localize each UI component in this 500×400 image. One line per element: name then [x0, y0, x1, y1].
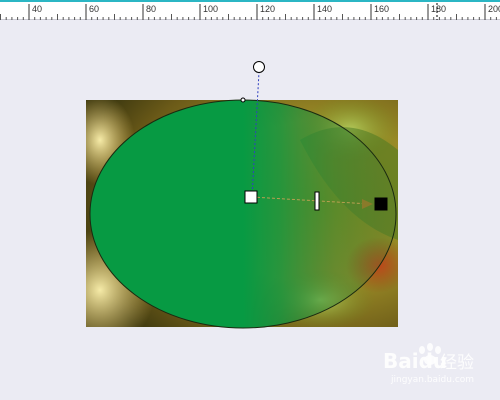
watermark: Baidu 经验 jingyan.baidu.com	[383, 343, 474, 385]
black-square-handle-icon[interactable]	[374, 197, 388, 211]
top-node-handle[interactable]	[240, 97, 246, 103]
ruler-tick-label: 40	[32, 4, 42, 14]
slider-bar-icon[interactable]	[314, 191, 320, 211]
ruler-tick-label: 60	[89, 4, 99, 14]
ruler-tick-label: 120	[260, 4, 275, 14]
watermark-brand: Baidu	[383, 349, 447, 373]
ruler-tick-label: 100	[203, 4, 218, 14]
ruler-tick-label: 160	[374, 4, 389, 14]
ruler-scale: 40 60 80 100 120 140 160 180 200	[0, 3, 500, 20]
drawing-canvas[interactable]: Baidu 经验 jingyan.baidu.com	[0, 20, 500, 400]
circle-handle-icon[interactable]	[253, 61, 265, 73]
ruler-tick-label: 140	[317, 4, 332, 14]
green-ellipse[interactable]	[89, 99, 397, 329]
watermark-url: jingyan.baidu.com	[390, 375, 474, 385]
ruler-tick-label: 180	[431, 4, 446, 14]
white-square-handle-icon[interactable]	[244, 190, 258, 204]
ruler-tick-label: 80	[146, 4, 156, 14]
watermark-cn: 经验	[440, 353, 474, 373]
ruler-major-ticks: 40 60 80 100 120 140 160 180 200	[28, 4, 500, 20]
horizontal-ruler[interactable]: 40 60 80 100 120 140 160 180 200	[0, 0, 500, 20]
ruler-tick-label: 200	[488, 4, 500, 14]
